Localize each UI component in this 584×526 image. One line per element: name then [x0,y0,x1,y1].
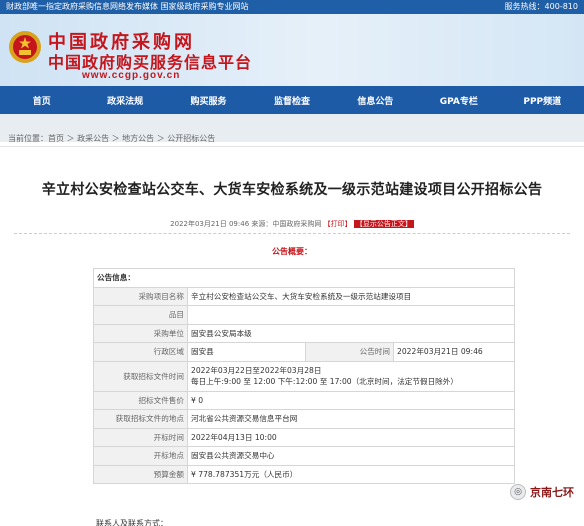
opening-time-value: 2022年04月13日 10:00 [187,427,515,447]
row-label: 采购单位 [93,323,188,343]
doc-time-dates: 2022年03月22日至2022年03月28日 [191,366,322,375]
table-row: 行政区域 固安县 公告时间 2022年03月21日 09:46 [93,342,515,362]
show-body-link[interactable]: 【显示公告正文】 [353,220,414,228]
nav-purchase-services[interactable]: 购买服务 [167,94,250,107]
nav-announcements[interactable]: 信息公告 [334,94,417,107]
source-label: 来源：中国政府采购网 [251,220,322,228]
region-value: 固安县 [187,342,306,362]
nav-home[interactable]: 首页 [0,94,83,107]
service-hotline: 服务热线：400-810 [504,2,578,11]
row-label: 招标文件售价 [93,390,188,410]
purchaser-value: 固安县公安局本级 [187,323,515,343]
watermark-text: 京南七环 [530,486,574,499]
table-row: 开标地点 固安县公共资源交易中心 [93,446,515,466]
divider [14,233,570,234]
breadcrumb: 当前位置：首页 ＞ 政采公告 ＞ 地方公告 ＞ 公开招标公告 [8,134,216,143]
table-row: 招标文件售价 ¥ 0 [93,390,515,410]
nav-gpa[interactable]: GPA专栏 [417,94,500,107]
announce-time-value: 2022年03月21日 09:46 [393,342,515,362]
category-value [187,305,515,325]
nav-ppp[interactable]: PPP频道 [501,94,584,107]
project-name-value: 辛立村公安检查站公交车、大货车安检系统及一级示范站建设项目 [187,286,515,306]
info-table: 公告信息： 采购项目名称 辛立村公安检查站公交车、大货车安检系统及一级示范站建设… [93,268,515,484]
row-label: 品目 [93,305,188,325]
row-label: 预算金额 [93,464,188,484]
table-row: 公告信息： [93,268,515,288]
row-label: 公告时间 [305,342,394,362]
doc-time-value: 2022年03月22日至2022年03月28日 每日上午:9:00 至 12:0… [187,360,515,392]
wechat-channel-icon: ◎ [510,484,526,500]
article-panel: 辛立村公安检查站公交车、大货车安检系统及一级示范站建设项目公开招标公告 2022… [0,146,584,526]
contact-heading: 联系人及联系方式： [96,519,168,526]
summary-heading: 公告概要： [272,247,312,256]
table-row: 开标时间 2022年04月13日 10:00 [93,427,515,447]
nav-supervision[interactable]: 监督检查 [250,94,333,107]
row-label: 行政区域 [93,342,188,362]
table-row: 预算金额 ¥ 778.787351万元（人民币） [93,464,515,484]
row-label: 获取招标文件的地点 [93,409,188,429]
row-label: 获取招标文件时间 [93,360,188,392]
row-label: 采购项目名称 [93,286,188,306]
doc-time-hours: 每日上午:9:00 至 12:00 下午:12:00 至 17:00（北京时间，… [191,377,458,386]
article-meta: 2022年03月21日 09:46 来源：中国政府采购网 【打印】 【显示公告正… [0,219,584,229]
publish-date: 2022年03月21日 09:46 [170,220,250,228]
page-title: 辛立村公安检查站公交车、大货车安检系统及一级示范站建设项目公开招标公告 [41,182,543,198]
info-section-title: 公告信息： [93,268,515,288]
national-emblem-icon [9,31,41,63]
site-banner: 中国政府采购网 中国政府购买服务信息平台 www.ccgp.gov.cn [0,14,584,86]
row-label: 开标地点 [93,446,188,466]
doc-location-value: 河北省公共资源交易信息平台网 [187,409,515,429]
nav-regulations[interactable]: 政采法规 [83,94,166,107]
top-info-bar: 财政部唯一指定政府采购信息网络发布媒体 国家级政府采购专业网站 服务热线：400… [0,0,584,14]
opening-location-value: 固安县公共资源交易中心 [187,446,515,466]
print-link[interactable]: 【打印】 [324,220,352,228]
table-row: 获取招标文件的地点 河北省公共资源交易信息平台网 [93,409,515,429]
main-nav: 首页 政采法规 购买服务 监督检查 信息公告 GPA专栏 PPP频道 [0,86,584,114]
doc-price-value: ¥ 0 [187,390,515,410]
table-row: 品目 [93,305,515,325]
table-row: 采购单位 固安县公安局本级 [93,323,515,343]
budget-value: ¥ 778.787351万元（人民币） [187,464,515,484]
table-row: 获取招标文件时间 2022年03月22日至2022年03月28日 每日上午:9:… [93,360,515,392]
table-row: 采购项目名称 辛立村公安检查站公交车、大货车安检系统及一级示范站建设项目 [93,286,515,306]
topbar-slogan: 财政部唯一指定政府采购信息网络发布媒体 国家级政府采购专业网站 [6,2,249,11]
channel-watermark: ◎ 京南七环 [510,484,574,500]
site-url: www.ccgp.gov.cn [82,70,181,81]
row-label: 开标时间 [93,427,188,447]
